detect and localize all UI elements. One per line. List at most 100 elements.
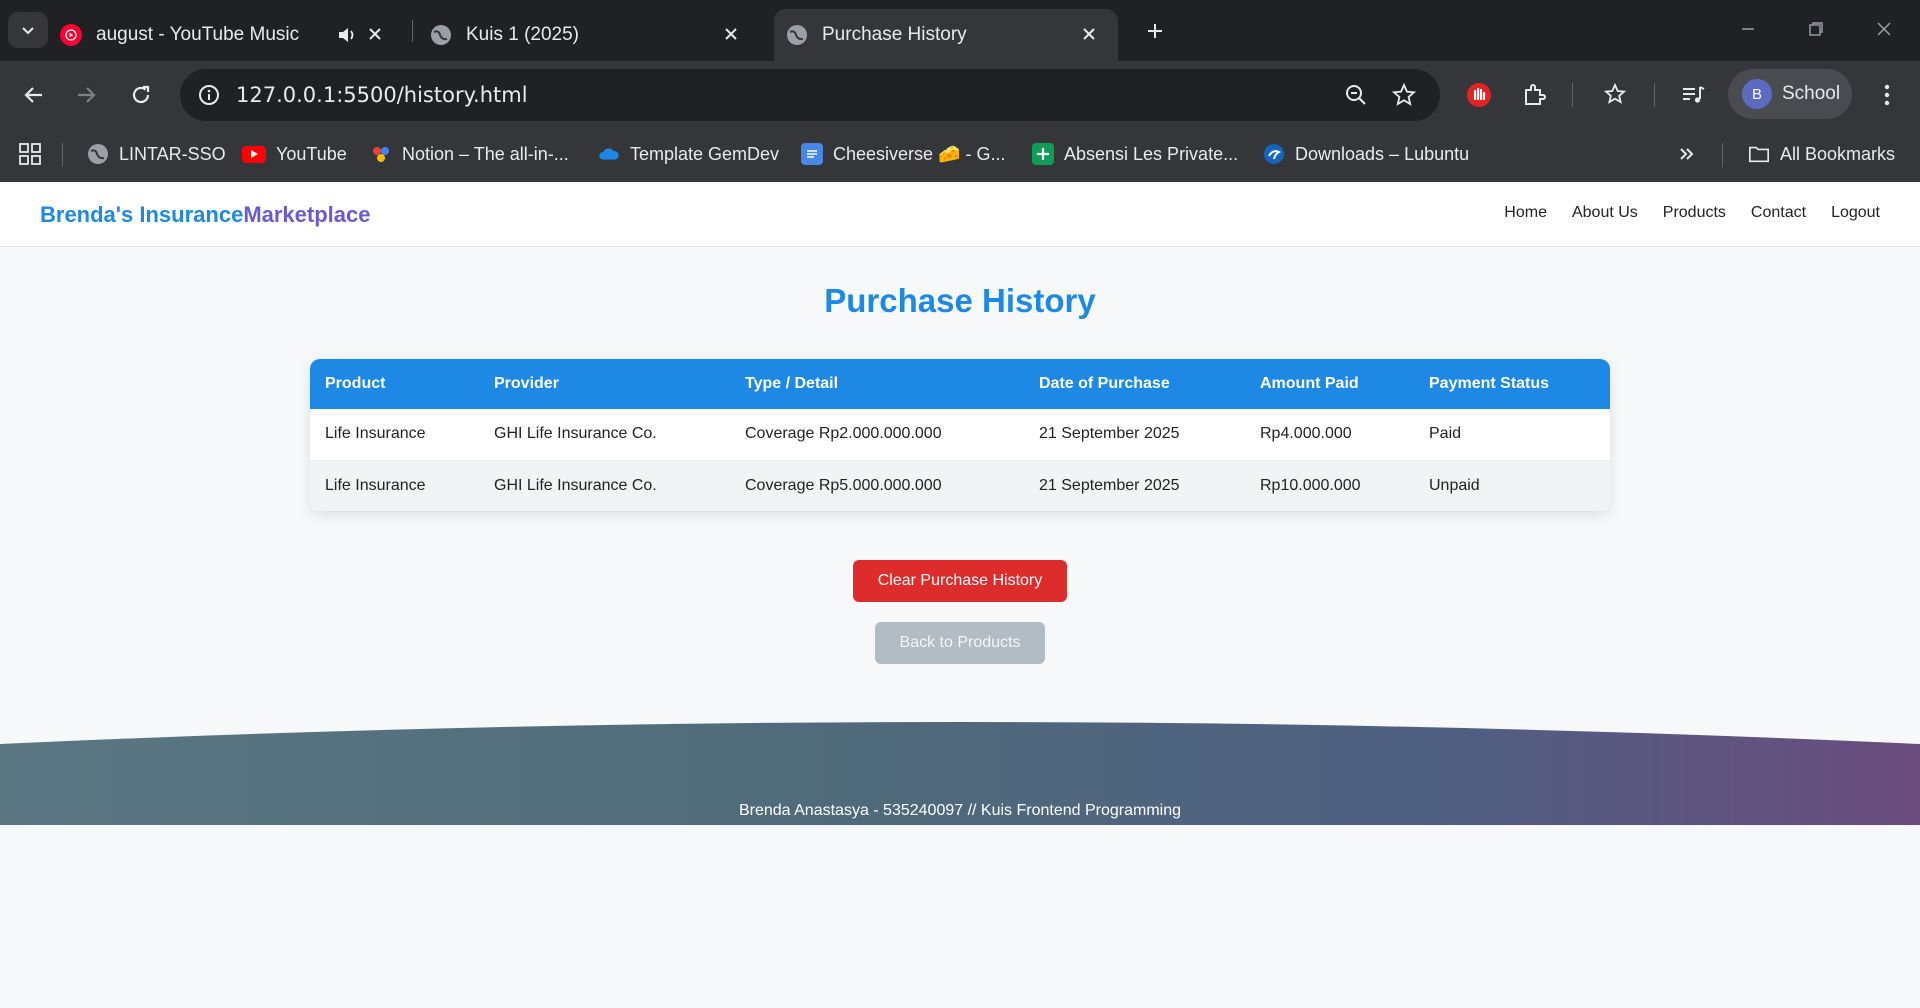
nav-logout[interactable]: Logout bbox=[1831, 204, 1880, 222]
cell-provider: GHI Life Insurance Co. bbox=[494, 476, 657, 494]
close-tab-icon[interactable] bbox=[364, 23, 386, 45]
bookmark-label: Downloads – Lubuntu bbox=[1295, 143, 1470, 164]
bookmarks-star-list-icon[interactable] bbox=[1598, 78, 1632, 112]
globe-icon bbox=[430, 24, 452, 46]
cell-type-detail: Coverage Rp5.000.000.000 bbox=[745, 476, 942, 494]
cell-status: Unpaid bbox=[1429, 476, 1480, 494]
site-brand[interactable]: Brenda's InsuranceMarketplace bbox=[40, 202, 371, 228]
stop-hand-extension-icon[interactable] bbox=[1462, 78, 1496, 112]
tab-title: august - YouTube Music bbox=[96, 24, 300, 45]
bookmark-cheesiverse[interactable]: Cheesiverse 🧀 - G... bbox=[801, 140, 1005, 168]
bookmark-lintar-sso[interactable]: LINTAR-SSO bbox=[87, 140, 226, 168]
page-title: Purchase History bbox=[824, 282, 1096, 319]
nav-contact[interactable]: Contact bbox=[1751, 204, 1806, 222]
nav-about-us[interactable]: About Us bbox=[1572, 204, 1638, 222]
folder-icon bbox=[1748, 143, 1770, 165]
minimize-button[interactable] bbox=[1728, 14, 1768, 44]
cell-date: 21 September 2025 bbox=[1039, 476, 1180, 494]
cell-product: Life Insurance bbox=[325, 476, 426, 494]
tab-kuis[interactable]: Kuis 1 (2025) bbox=[430, 9, 760, 61]
profile-button[interactable]: B School bbox=[1728, 69, 1852, 119]
cell-status: Paid bbox=[1414, 409, 1610, 461]
tab-purchase-history[interactable]: Purchase History bbox=[774, 9, 1118, 61]
restore-button[interactable] bbox=[1796, 14, 1836, 44]
bookmarks-separator bbox=[1722, 143, 1723, 167]
apps-grid-icon[interactable] bbox=[18, 140, 42, 168]
profile-name: School bbox=[1782, 83, 1841, 104]
arrow-right-icon bbox=[78, 87, 96, 103]
cell-type-detail: Coverage Rp2.000.000.000 bbox=[730, 409, 1024, 461]
all-bookmarks-button[interactable]: All Bookmarks bbox=[1748, 140, 1895, 168]
column-header-status: Payment Status bbox=[1429, 375, 1550, 392]
table-row: Life Insurance GHI Life Insurance Co. Co… bbox=[310, 409, 1610, 461]
tab-youtube-music[interactable]: august - YouTube Music bbox=[60, 9, 400, 61]
purchase-history-table: Product Provider Type / Detail Date of P… bbox=[310, 359, 1610, 511]
nav-home[interactable]: Home bbox=[1504, 204, 1547, 222]
minimize-icon bbox=[1742, 28, 1754, 30]
arrow-left-icon bbox=[24, 87, 42, 103]
cell-provider: GHI Life Insurance Co. bbox=[479, 409, 730, 461]
bookmark-youtube[interactable]: YouTube bbox=[242, 140, 347, 168]
cell-product: Life Insurance bbox=[310, 409, 479, 461]
table-header-row: Product Provider Type / Detail Date of P… bbox=[310, 359, 1610, 409]
bookmark-label: Absensi Les Private... bbox=[1064, 143, 1239, 164]
globe-icon bbox=[786, 24, 808, 46]
bookmarks-separator bbox=[62, 143, 63, 167]
site-footer: Brenda Anastasya - 535240097 // Kuis Fro… bbox=[0, 717, 1920, 825]
bookmark-absensi[interactable]: Absensi Les Private... bbox=[1032, 140, 1238, 168]
menu-kebab-icon[interactable] bbox=[1870, 78, 1904, 112]
close-tab-icon[interactable] bbox=[1078, 23, 1100, 45]
browser-tab-strip: august - YouTube Music Kuis 1 (2025) Pur… bbox=[0, 0, 1920, 61]
bookmark-star-icon[interactable] bbox=[1390, 81, 1418, 109]
bookmark-notion[interactable]: Notion – The all-in-... bbox=[370, 140, 569, 168]
chevron-down-icon bbox=[22, 27, 34, 35]
onedrive-icon bbox=[598, 143, 620, 165]
bookmarks-bar: LINTAR-SSO YouTube Notion – The all-in-.… bbox=[0, 127, 1920, 182]
speaker-icon[interactable] bbox=[336, 24, 358, 52]
back-button[interactable] bbox=[16, 77, 52, 113]
column-header-date: Date of Purchase bbox=[1039, 375, 1170, 392]
cell-date: 21 September 2025 bbox=[1024, 409, 1245, 461]
bookmark-downloads-lubuntu[interactable]: Downloads – Lubuntu bbox=[1263, 140, 1469, 168]
lubuntu-icon bbox=[1263, 143, 1285, 165]
bookmark-label: LINTAR-SSO bbox=[119, 143, 226, 164]
address-bar[interactable]: 127.0.0.1:5500/history.html bbox=[180, 69, 1440, 121]
docs-icon bbox=[801, 143, 823, 165]
brand-part2: Marketplace bbox=[243, 202, 371, 227]
bookmark-template-gemdev[interactable]: Template GemDev bbox=[598, 140, 779, 168]
restore-icon bbox=[1809, 22, 1823, 36]
nav-products[interactable]: Products bbox=[1663, 204, 1726, 222]
bookmark-label: Template GemDev bbox=[630, 143, 780, 164]
sheets-icon bbox=[1032, 143, 1054, 165]
browser-toolbar: 127.0.0.1:5500/history.html B School bbox=[0, 61, 1920, 127]
purchase-history-table-wrapper: Product Provider Type / Detail Date of P… bbox=[310, 359, 1610, 511]
youtube-icon bbox=[242, 145, 266, 163]
forward-button[interactable] bbox=[68, 77, 104, 113]
all-bookmarks-label: All Bookmarks bbox=[1780, 143, 1896, 164]
media-control-icon[interactable] bbox=[1676, 78, 1710, 112]
web-page: Brenda's InsuranceMarketplace Home About… bbox=[0, 182, 1920, 1008]
zoom-icon[interactable] bbox=[1342, 81, 1370, 109]
notion-icon bbox=[370, 143, 392, 165]
tab-title: Purchase History bbox=[822, 24, 967, 45]
extensions-puzzle-icon[interactable] bbox=[1518, 78, 1552, 112]
toolbar-separator bbox=[1572, 83, 1573, 107]
bookmark-label: Cheesiverse 🧀 - G... bbox=[833, 143, 1006, 164]
column-header-type-detail: Type / Detail bbox=[745, 375, 839, 392]
close-tab-icon[interactable] bbox=[720, 23, 742, 45]
nav-links: Home About Us Products Contact Logout bbox=[1504, 204, 1880, 222]
table-row: Life Insurance GHI Life Insurance Co. Co… bbox=[310, 460, 1610, 511]
column-header-provider: Provider bbox=[494, 375, 559, 392]
brand-part1: Brenda's Insurance bbox=[40, 202, 244, 227]
reload-icon bbox=[132, 85, 150, 104]
footer-text: Brenda Anastasya - 535240097 // Kuis Fro… bbox=[738, 802, 1182, 819]
back-to-products-button[interactable]: Back to Products bbox=[875, 622, 1045, 664]
clear-purchase-history-button[interactable]: Clear Purchase History bbox=[853, 560, 1067, 602]
reload-button[interactable] bbox=[123, 77, 159, 113]
more-bookmarks-chevron-icon[interactable] bbox=[1678, 140, 1696, 168]
close-window-button[interactable] bbox=[1864, 14, 1904, 44]
new-tab-button[interactable] bbox=[1140, 16, 1170, 46]
site-info-icon[interactable] bbox=[194, 80, 224, 110]
tab-search-button[interactable] bbox=[8, 12, 48, 48]
youtube-music-icon bbox=[60, 24, 82, 46]
